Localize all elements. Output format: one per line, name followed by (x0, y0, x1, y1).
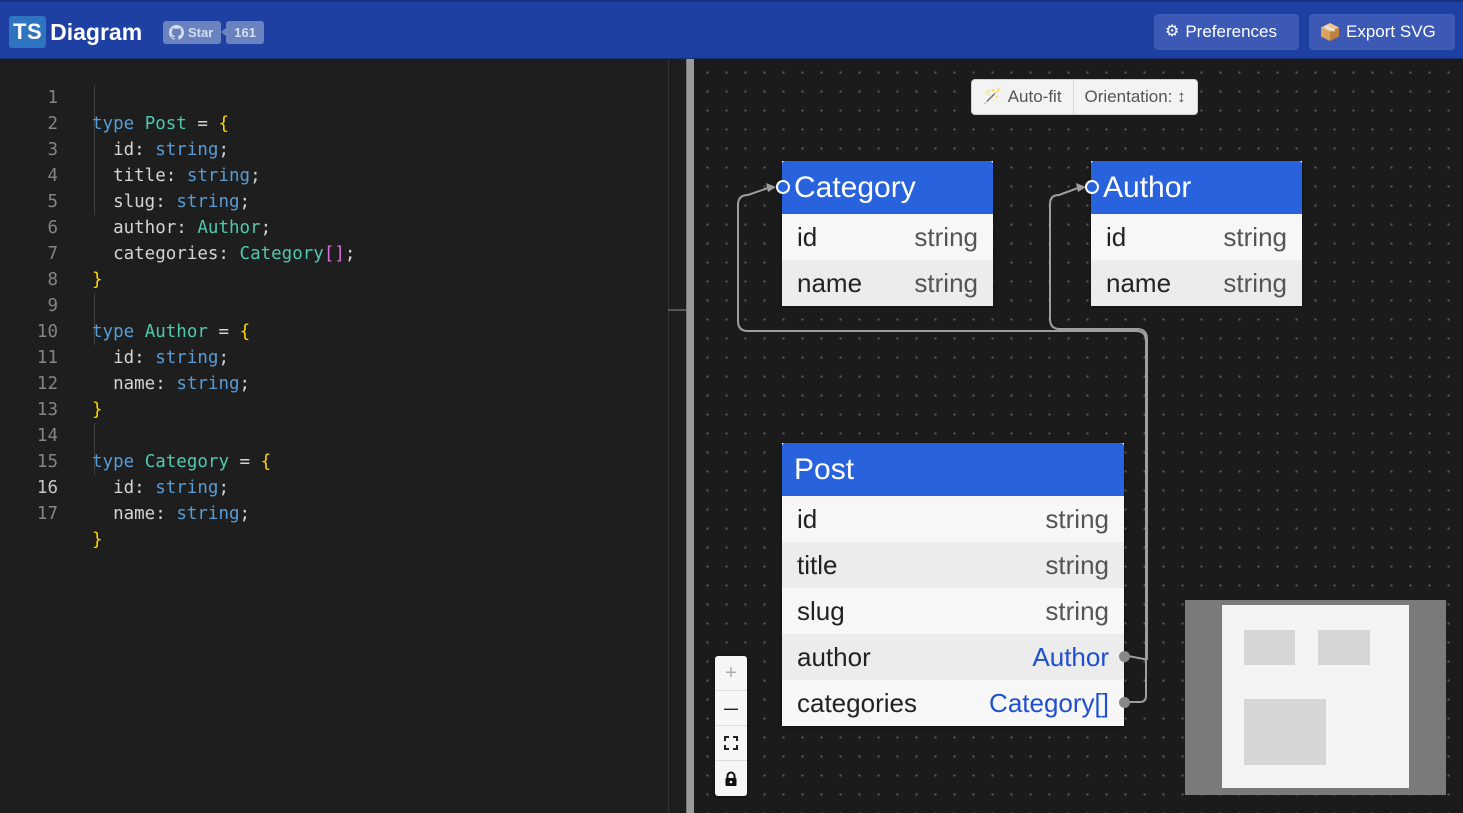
node-title: Author (1085, 161, 1302, 214)
node-author[interactable]: Author id string name string (1085, 161, 1302, 306)
orientation-button[interactable]: Orientation: ↕ (1074, 80, 1197, 114)
pane-splitter[interactable] (686, 59, 694, 813)
code-line: 7 } (47, 244, 103, 290)
minimap[interactable] (1185, 600, 1446, 795)
export-svg-button[interactable]: Export SVG (1309, 14, 1455, 50)
code-line: 13 (36, 400, 58, 420)
app-header: TS Diagram Star 161 ⚙ Preferences Export… (0, 0, 1463, 59)
node-category[interactable]: Category id string name string (776, 161, 993, 306)
github-star-button[interactable]: Star (163, 21, 222, 44)
preferences-button[interactable]: ⚙ Preferences (1154, 14, 1299, 50)
lock-icon (725, 771, 737, 786)
target-handle[interactable] (1085, 180, 1099, 194)
star-label: Star (188, 25, 214, 40)
github-star-widget[interactable]: Star 161 (163, 21, 264, 44)
field-row: id string (797, 222, 978, 252)
minimap-node (1244, 699, 1326, 765)
code-line: 6 categories: Category[]; (47, 218, 356, 264)
source-handle[interactable] (1119, 651, 1130, 662)
field-row: categories Category[] (782, 680, 1130, 726)
target-handle[interactable] (776, 180, 790, 194)
code-line: 12 } (36, 374, 103, 420)
code-line: 1 type Post = { (47, 88, 230, 134)
magic-wand-icon: 🪄 (983, 88, 1002, 105)
code-line: 10 id: string; (36, 322, 229, 368)
code-line: 2 id: string; (47, 114, 229, 160)
logo-text: Diagram (50, 18, 143, 45)
code-line: 4 slug: string; (47, 166, 251, 212)
node-title: Post (782, 443, 1124, 496)
code-line: 14 type Category = { (36, 426, 272, 472)
field-row: id string (1106, 222, 1287, 252)
scroll-marker (668, 309, 686, 311)
star-count[interactable]: 161 (221, 21, 264, 44)
code-line-active: 16 name: string; (36, 478, 251, 524)
code-line: 11 name: string; (36, 348, 251, 394)
code-line: 5 author: Author; (47, 192, 272, 238)
editor-border (668, 59, 669, 813)
fit-view-icon (724, 736, 738, 750)
field-row: id string (797, 504, 1109, 534)
gear-icon: ⚙ (1165, 23, 1180, 40)
lock-button[interactable] (715, 761, 747, 796)
export-label: Export SVG (1346, 22, 1436, 41)
field-row: name string (782, 260, 993, 306)
node-title: Category (776, 161, 993, 214)
minimap-node (1318, 630, 1370, 665)
field-row: author Author (782, 634, 1130, 680)
github-icon (169, 25, 184, 40)
code-line: 8 (47, 270, 58, 290)
logo-badge: TS (9, 16, 47, 48)
app-logo[interactable]: TS Diagram (9, 16, 142, 48)
source-handle[interactable] (1119, 697, 1130, 708)
diagram-toolbar: 🪄 Auto-fit Orientation: ↕ (971, 79, 1198, 115)
zoom-controls: + — (715, 656, 747, 796)
zoom-in-button[interactable]: + (715, 656, 747, 691)
code-line: 3 title: string; (47, 140, 261, 186)
code-editor[interactable]: 1 type Post = { 2 id: string; 3 title: s… (0, 59, 668, 813)
field-row: title string (782, 542, 1124, 588)
package-icon (1321, 23, 1339, 41)
field-row: name string (1091, 260, 1302, 306)
minimap-node (1244, 630, 1295, 665)
fit-view-button[interactable] (715, 726, 747, 761)
minimap-viewport[interactable] (1222, 605, 1409, 788)
arrow-head (766, 183, 776, 192)
preferences-label: Preferences (1185, 22, 1278, 41)
field-row: slug string (797, 596, 1109, 626)
code-line: 9 type Author = { (47, 296, 251, 342)
autofit-button[interactable]: 🪄 Auto-fit (972, 80, 1073, 114)
node-post[interactable]: Post id string title string slug string aut… (782, 443, 1130, 726)
zoom-out-button[interactable]: — (715, 691, 747, 726)
diagram-canvas[interactable]: 🪄 Auto-fit Orientation: ↕ Category id str… (694, 59, 1463, 813)
code-line: 15 id: string; (36, 452, 229, 498)
code-line: 17 } (36, 504, 103, 550)
